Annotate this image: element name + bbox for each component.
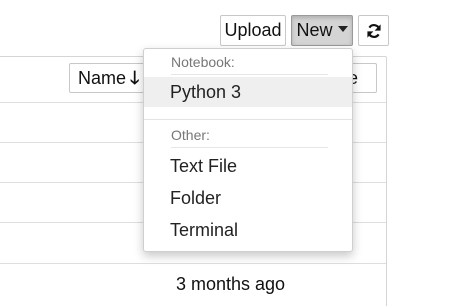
refresh-button[interactable]: [358, 15, 389, 46]
section-underline: [171, 74, 328, 75]
notebook-section-header: Notebook:: [171, 54, 235, 70]
other-section-header: Other:: [171, 127, 210, 143]
section-underline: [171, 147, 328, 148]
menu-item-folder[interactable]: Folder: [144, 183, 352, 213]
upload-button[interactable]: Upload: [220, 15, 286, 46]
menu-item-terminal[interactable]: Terminal: [144, 215, 352, 245]
menu-item-python-3[interactable]: Python 3: [144, 77, 352, 107]
sort-name-label: Name: [78, 68, 127, 88]
refresh-icon: [367, 24, 381, 38]
new-dropdown-menu: Notebook: Python 3 Other: Text File Fold…: [143, 48, 353, 252]
caret-down-icon: [337, 26, 348, 33]
new-button-label: New: [296, 20, 333, 40]
new-button[interactable]: New: [291, 15, 353, 46]
menu-item-text-file[interactable]: Text File: [144, 151, 352, 181]
sort-by-name-button[interactable]: Name 🡓: [69, 63, 146, 93]
arrow-down-icon: 🡓: [130, 68, 140, 88]
row-divider: [0, 263, 386, 264]
last-modified-cell: 3 months ago: [176, 274, 286, 294]
file-browser: Name🡓 ze 3 months ago Upload New Noteboo…: [0, 0, 474, 306]
menu-divider: [144, 119, 352, 120]
